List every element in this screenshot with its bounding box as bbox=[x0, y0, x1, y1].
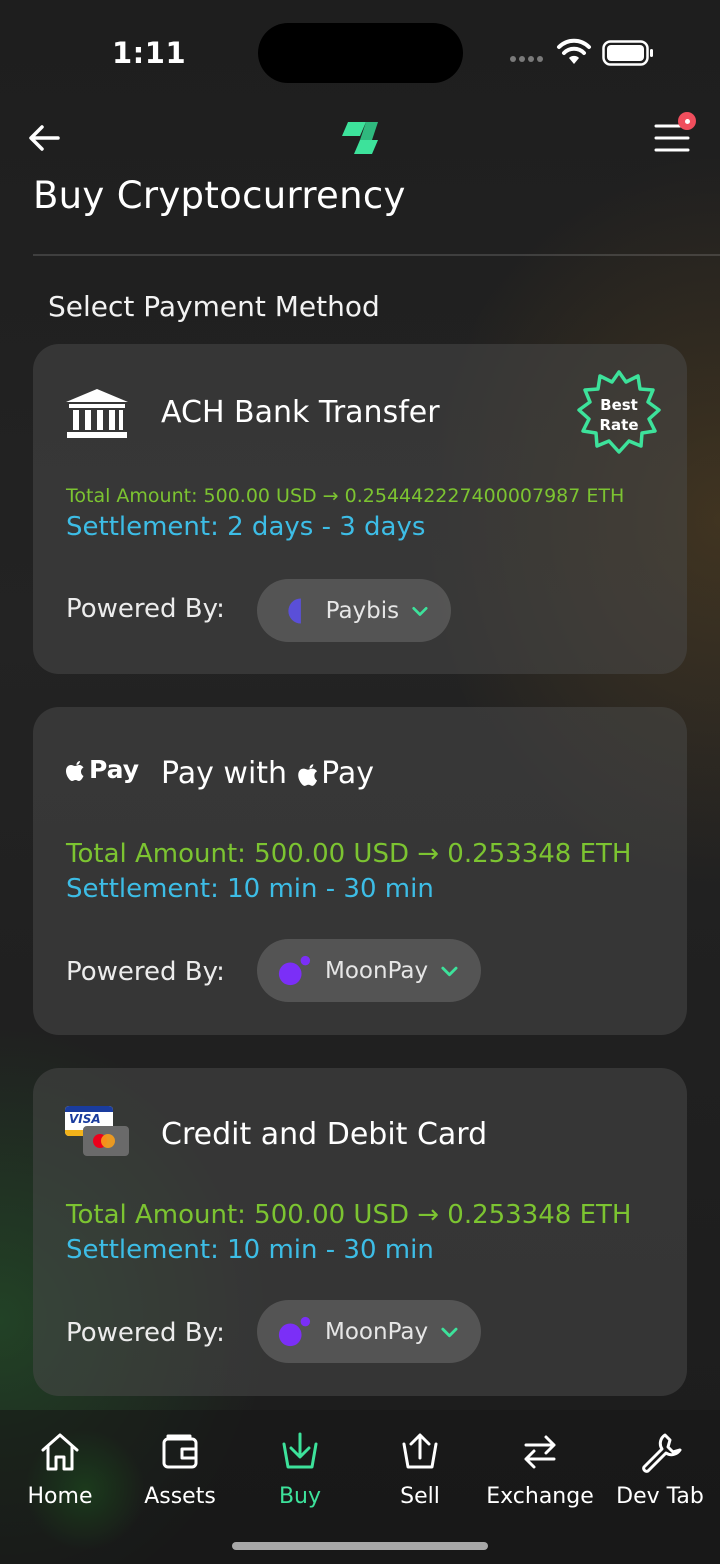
tab-home[interactable]: Home bbox=[0, 1430, 120, 1509]
dynamic-island bbox=[258, 23, 463, 83]
tab-label: Buy bbox=[278, 1484, 322, 1509]
tab-sell[interactable]: Sell bbox=[360, 1430, 480, 1509]
tab-label: Assets bbox=[144, 1484, 216, 1509]
settlement-time: Settlement: 10 min - 30 min bbox=[66, 874, 434, 904]
card-title-prefix: Pay with bbox=[161, 756, 288, 791]
status-time: 1:11 bbox=[112, 36, 187, 70]
tab-label: Sell bbox=[400, 1484, 440, 1509]
tab-dev[interactable]: Dev Tab bbox=[600, 1430, 720, 1509]
section-title: Select Payment Method bbox=[48, 290, 380, 323]
card-title: Credit and Debit Card bbox=[161, 1117, 488, 1152]
arrow-left-icon bbox=[29, 125, 60, 151]
notification-badge bbox=[678, 112, 696, 130]
provider-selector[interactable]: MoonPay bbox=[257, 1300, 481, 1363]
tab-assets[interactable]: Assets bbox=[120, 1430, 240, 1509]
sell-icon bbox=[360, 1430, 480, 1474]
chevron-down-icon bbox=[412, 606, 428, 616]
card-icon: VISA bbox=[65, 1106, 129, 1158]
settlement-time: Settlement: 10 min - 30 min bbox=[66, 1235, 434, 1265]
wrench-icon bbox=[600, 1430, 720, 1474]
app-logo bbox=[340, 118, 380, 162]
settlement-time: Settlement: 2 days - 3 days bbox=[66, 512, 426, 542]
total-amount: Total Amount: 500.00 USD → 0.25444222740… bbox=[66, 485, 625, 507]
card-title: ACH Bank Transfer bbox=[161, 395, 440, 430]
moonpay-logo-icon bbox=[278, 1316, 311, 1346]
paybis-logo-icon bbox=[288, 597, 301, 624]
total-amount: Total Amount: 500.00 USD → 0.253348 ETH bbox=[66, 1200, 632, 1230]
apple-pay-icon: Pay bbox=[65, 755, 139, 784]
powered-by-label: Powered By: bbox=[66, 957, 225, 987]
apple-logo-icon bbox=[298, 763, 318, 786]
best-rate-line1: Best bbox=[600, 396, 638, 414]
back-button[interactable] bbox=[24, 118, 64, 158]
provider-name: Paybis bbox=[325, 597, 400, 624]
apple-pay-icon-text: Pay bbox=[89, 755, 140, 784]
wifi-icon bbox=[556, 38, 592, 70]
bank-icon bbox=[65, 388, 129, 444]
tab-label: Dev Tab bbox=[616, 1484, 704, 1509]
tab-exchange[interactable]: Exchange bbox=[480, 1430, 600, 1509]
powered-by-label: Powered By: bbox=[66, 594, 225, 624]
best-rate-line2: Rate bbox=[599, 416, 639, 434]
provider-name: MoonPay bbox=[325, 1318, 429, 1345]
card-title: Pay with Pay bbox=[161, 756, 374, 791]
wallet-icon bbox=[120, 1430, 240, 1474]
moonpay-logo-icon bbox=[278, 955, 311, 985]
divider bbox=[33, 254, 720, 256]
tab-label: Exchange bbox=[486, 1484, 594, 1509]
visa-text: VISA bbox=[69, 1112, 101, 1126]
payment-method-card[interactable]: VISA Credit and Debit Card Total Amount:… bbox=[33, 1068, 687, 1396]
menu-button[interactable] bbox=[652, 112, 696, 158]
provider-selector[interactable]: Paybis bbox=[257, 579, 451, 642]
powered-by-label: Powered By: bbox=[66, 1318, 225, 1348]
page-title: Buy Cryptocurrency bbox=[33, 174, 406, 217]
payment-method-ach[interactable]: ACH Bank Transfer Best Rate Total Amount… bbox=[33, 344, 687, 674]
cellular-signal-icon bbox=[510, 56, 543, 62]
home-icon bbox=[0, 1430, 120, 1474]
battery-icon bbox=[602, 40, 654, 70]
provider-name: MoonPay bbox=[325, 957, 429, 984]
tab-label: Home bbox=[27, 1484, 93, 1509]
total-amount: Total Amount: 500.00 USD → 0.253348 ETH bbox=[66, 839, 632, 869]
home-indicator bbox=[232, 1542, 488, 1550]
best-rate-badge: Best Rate bbox=[575, 368, 663, 456]
chevron-down-icon bbox=[441, 966, 458, 976]
tab-buy[interactable]: Buy bbox=[240, 1430, 360, 1509]
chevron-down-icon bbox=[441, 1327, 458, 1337]
exchange-icon bbox=[480, 1430, 600, 1474]
buy-icon bbox=[240, 1430, 360, 1474]
payment-method-apple-pay[interactable]: Pay Pay with Pay Total Amount: 500.00 US… bbox=[33, 707, 687, 1035]
card-title-brand: Pay bbox=[321, 756, 374, 791]
provider-selector[interactable]: MoonPay bbox=[257, 939, 481, 1002]
